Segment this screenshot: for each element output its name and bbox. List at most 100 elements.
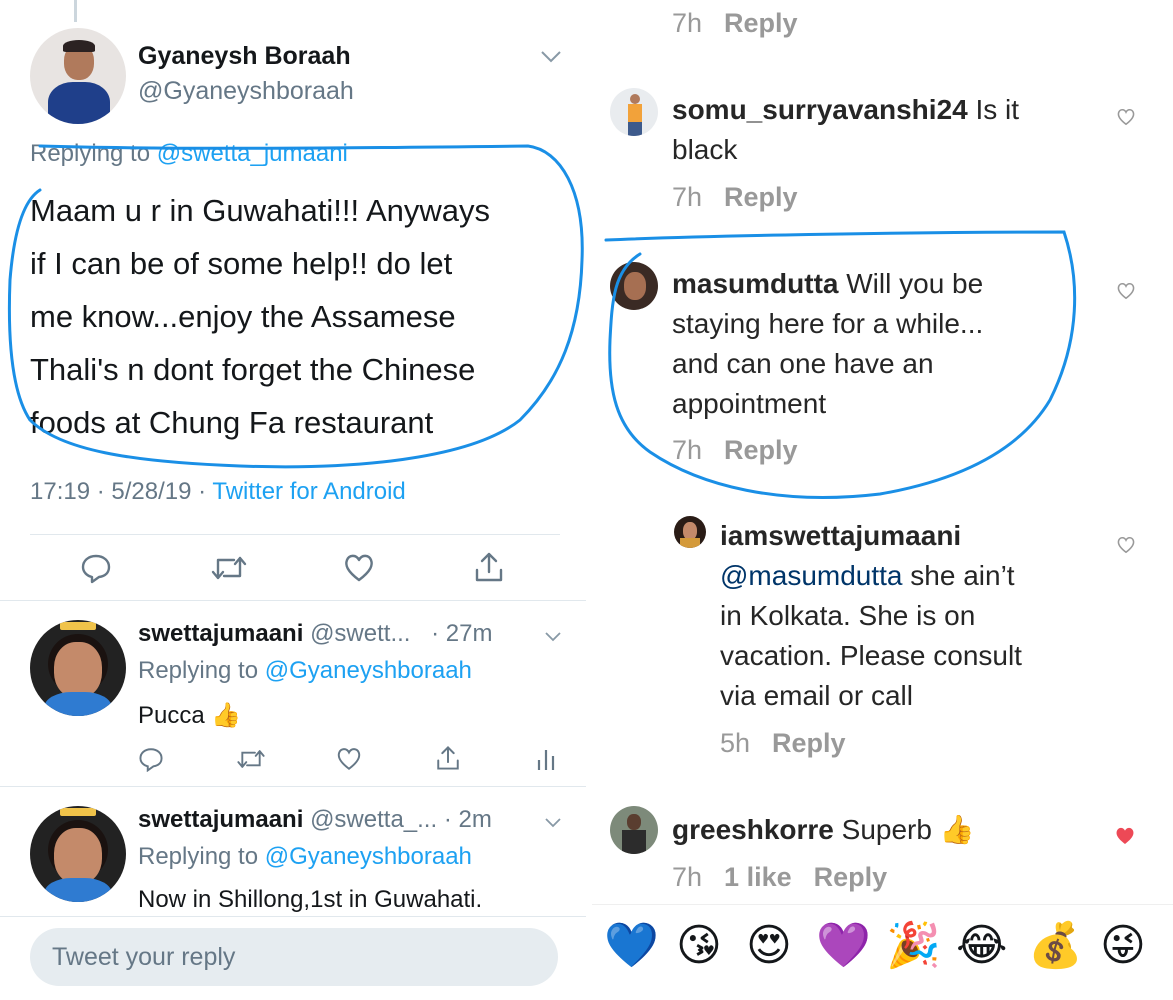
- author-name[interactable]: Gyaneysh Boraah: [138, 42, 351, 71]
- comment-time: 7h: [672, 182, 703, 212]
- comment-line: and can one have an: [672, 348, 934, 379]
- comment-meta: 7h Reply: [672, 182, 798, 213]
- comment-line: Will you be: [846, 268, 984, 299]
- commenter-avatar[interactable]: [674, 516, 706, 548]
- comment-text: somu_surryavanshi24 Is it black: [672, 90, 1019, 170]
- comment-time: 7h: [672, 435, 703, 465]
- reply-header: swettajumaani @swett... · 27m: [138, 620, 492, 648]
- chevron-down-icon[interactable]: [545, 626, 561, 647]
- thread-line: [74, 0, 77, 22]
- emoji-money-bag[interactable]: 💰: [1028, 918, 1083, 974]
- reply-link[interactable]: Reply: [724, 182, 798, 212]
- reply-handle[interactable]: @swett...: [310, 620, 410, 647]
- emoji-winking-tongue[interactable]: 😜: [1100, 918, 1146, 974]
- reply-age: · 2m: [443, 806, 492, 833]
- tweet-line: foods at Chung Fa restaurant: [30, 405, 434, 440]
- comment-line: via email or call: [720, 680, 913, 711]
- reply-icon[interactable]: [138, 746, 164, 777]
- heart-filled-icon[interactable]: [1114, 826, 1136, 851]
- tweet-timestamp: 17:19 · 5/28/19 ·: [30, 478, 207, 505]
- reply-name[interactable]: swettajumaani: [138, 620, 303, 647]
- reply-tweet[interactable]: swettajumaani @swetta_... · 2m Replying …: [0, 786, 586, 916]
- comment-line: she ain’t: [910, 560, 1015, 591]
- analytics-icon[interactable]: [536, 746, 556, 777]
- reply-age: · 27m: [431, 620, 493, 647]
- emoji-kiss-face[interactable]: 😘: [676, 918, 722, 974]
- comment-meta: 7h Reply: [672, 8, 798, 39]
- retweet-icon[interactable]: [236, 746, 266, 777]
- chevron-down-icon[interactable]: [545, 812, 561, 833]
- mention-link[interactable]: @masumdutta: [720, 560, 903, 591]
- reply-link[interactable]: Reply: [724, 435, 798, 465]
- heart-outline-icon[interactable]: [1116, 536, 1136, 559]
- comment-meta: 7h 1 like Reply: [672, 862, 887, 893]
- tweet-meta: 17:19 · 5/28/19 · Twitter for Android: [30, 478, 406, 506]
- tweet-actions: [0, 548, 586, 588]
- author-handle[interactable]: @Gyaneyshboraah: [138, 77, 354, 106]
- reply-link[interactable]: Reply: [772, 728, 846, 758]
- heart-outline-icon[interactable]: [1116, 108, 1136, 131]
- replying-prefix: Replying to: [138, 657, 259, 684]
- commenter-avatar[interactable]: [610, 88, 658, 136]
- emoji-quick-bar: 💙 😘 😍 💜 🎉 😂 💰 😜: [592, 908, 1173, 984]
- comment-username[interactable]: iamswettajumaani: [720, 516, 1022, 556]
- tweet-line: me know...enjoy the Assamese: [30, 299, 456, 334]
- reply-replying-to: Replying to @Gyaneyshboraah: [138, 843, 472, 871]
- twitter-panel: Gyaneysh Boraah @Gyaneyshboraah Replying…: [0, 0, 586, 1000]
- share-icon[interactable]: [435, 744, 461, 777]
- likes-count[interactable]: 1 like: [724, 862, 792, 892]
- reply-avatar[interactable]: [30, 620, 126, 716]
- divider: [30, 534, 560, 535]
- tweet-reply-input[interactable]: [30, 928, 558, 986]
- chevron-down-icon[interactable]: [540, 48, 562, 69]
- reply-icon[interactable]: [80, 552, 112, 589]
- commenter-avatar[interactable]: [610, 262, 658, 310]
- emoji-party-popper[interactable]: 🎉: [886, 918, 941, 974]
- comment-username[interactable]: masumdutta: [672, 268, 838, 299]
- tweet-line: if I can be of some help!! do let: [30, 246, 453, 281]
- replying-prefix: Replying to: [138, 843, 259, 870]
- comment-line: vacation. Please consult: [720, 640, 1022, 671]
- reply-link[interactable]: Reply: [814, 862, 888, 892]
- emoji-heart-eyes[interactable]: 😍: [746, 918, 792, 974]
- author-avatar[interactable]: [30, 28, 126, 124]
- emoji-tears-of-joy[interactable]: 😂: [956, 918, 1007, 974]
- reply-tweet[interactable]: swettajumaani @swett... · 27m Replying t…: [0, 600, 586, 786]
- reply-handle[interactable]: @swetta_...: [310, 806, 437, 833]
- emoji-blue-heart[interactable]: 💙: [604, 918, 659, 974]
- reply-avatar[interactable]: [30, 806, 126, 902]
- comment-line: staying here for a while...: [672, 308, 984, 339]
- emoji-purple-heart[interactable]: 💜: [816, 918, 871, 974]
- comment-line: Is it: [975, 94, 1020, 125]
- commenter-avatar[interactable]: [610, 806, 658, 854]
- replying-to: Replying to @swetta_jumaani: [30, 140, 348, 168]
- comment-meta: 7h Reply: [672, 435, 798, 466]
- reply-text: Pucca 👍: [138, 702, 242, 729]
- replying-to-link[interactable]: @Gyaneyshboraah: [265, 843, 472, 870]
- tweet-text: Maam u r in Guwahati!!! Anyways if I can…: [30, 184, 570, 449]
- comment-line: in Kolkata. She is on: [720, 600, 976, 631]
- like-icon[interactable]: [343, 552, 375, 589]
- comment-username[interactable]: greeshkorre: [672, 814, 834, 845]
- share-icon[interactable]: [473, 550, 505, 589]
- comment-text: iamswettajumaani @masumdutta she ain’t i…: [720, 516, 1022, 716]
- tweet-line: Thali's n dont forget the Chinese: [30, 352, 476, 387]
- comment-username[interactable]: somu_surryavanshi24: [672, 94, 968, 125]
- reply-name[interactable]: swettajumaani: [138, 806, 303, 833]
- heart-outline-icon[interactable]: [1116, 282, 1136, 305]
- comment-time: 7h: [672, 862, 703, 892]
- reply-header: swettajumaani @swetta_... · 2m: [138, 806, 492, 834]
- reply-composer[interactable]: [30, 928, 558, 986]
- tweet-source-link[interactable]: Twitter for Android: [212, 478, 405, 505]
- reply-link[interactable]: Reply: [724, 8, 798, 38]
- comment-text: masumdutta Will you be staying here for …: [672, 264, 983, 424]
- tweet-line: Maam u r in Guwahati!!! Anyways: [30, 193, 491, 228]
- comment-line: Superb 👍: [841, 814, 975, 845]
- retweet-icon[interactable]: [210, 552, 248, 589]
- divider: [0, 916, 586, 917]
- comment-text: greeshkorre Superb 👍: [672, 810, 975, 850]
- comment-meta: 5h Reply: [720, 728, 846, 759]
- like-icon[interactable]: [336, 746, 362, 777]
- replying-to-link[interactable]: @Gyaneyshboraah: [265, 657, 472, 684]
- replying-to-link[interactable]: @swetta_jumaani: [157, 140, 348, 167]
